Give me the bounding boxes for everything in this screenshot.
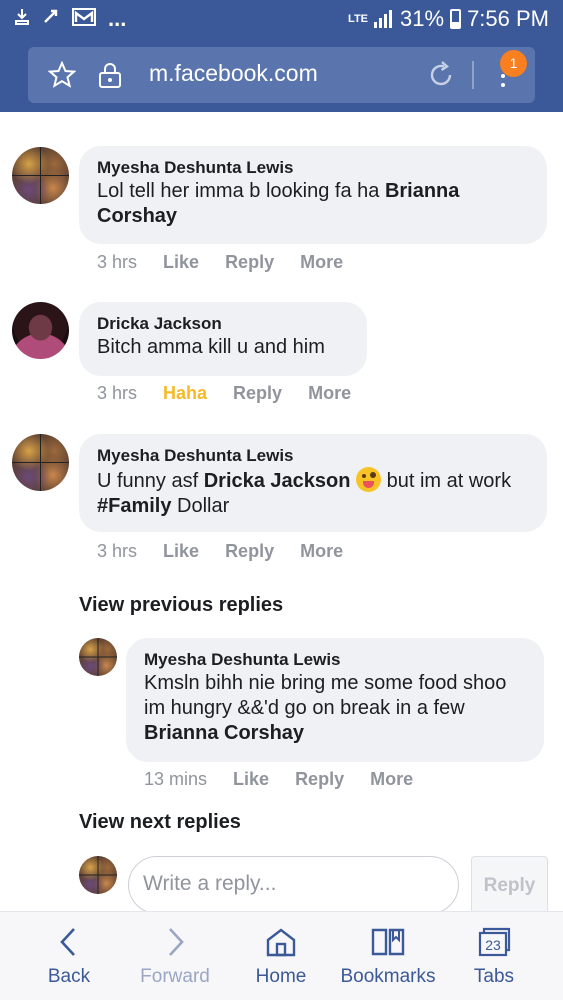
comment-text: Bitch amma kill u and him <box>97 336 325 358</box>
signal-icon <box>374 10 394 28</box>
haha-reaction-button[interactable]: Haha <box>163 383 207 404</box>
nav-home-label: Home <box>255 966 307 987</box>
notification-badge[interactable]: 1 <box>500 50 527 77</box>
reply-button[interactable]: Reply <box>225 252 274 273</box>
mention-link[interactable]: Brianna Corshay <box>144 722 304 744</box>
avatar[interactable] <box>12 434 69 491</box>
reply-field[interactable] <box>128 856 459 914</box>
winking-tongue-emoji-icon <box>356 467 382 492</box>
comment-text: U funny asf Dricka Jackson but im at wor… <box>97 467 529 519</box>
clock: 7:56 PM <box>467 6 549 31</box>
browser-header: ... LTE 31% 7:56 PM m.facebook.com 1 <box>0 0 563 112</box>
comment-actions: 3 hrs Like Reply More <box>97 541 369 562</box>
reply-actions: 13 mins Like Reply More <box>144 769 439 790</box>
bottom-navigation: Back Forward Home Bookmarks 23 Tabs <box>0 911 563 1000</box>
status-bar: ... LTE 31% 7:56 PM <box>0 0 563 38</box>
view-previous-replies-link[interactable]: View previous replies <box>79 594 283 617</box>
nav-tabs[interactable]: 23 Tabs <box>447 912 541 1000</box>
reply-bubble[interactable]: Myesha Deshunta Lewis Kmsln bihh nie bri… <box>126 638 544 762</box>
comment-author[interactable]: Myesha Deshunta Lewis <box>97 157 529 179</box>
tabs-count: 23 <box>485 937 501 953</box>
reply-submit-button[interactable]: Reply <box>471 856 548 914</box>
comment-text: Lol tell her imma b looking fa ha Briann… <box>97 180 460 227</box>
avatar[interactable] <box>12 302 69 359</box>
reply-button[interactable]: Reply <box>225 541 274 562</box>
comment-bubble[interactable]: Myesha Deshunta Lewis U funny asf Dricka… <box>79 434 547 532</box>
nav-home[interactable]: Home <box>234 912 328 1000</box>
battery-percent: 31% <box>400 6 445 31</box>
avatar <box>79 856 117 894</box>
mention-link[interactable]: Dricka Jackson <box>204 470 351 492</box>
comment-time[interactable]: 3 hrs <box>97 541 137 562</box>
urlbar-divider <box>472 61 474 89</box>
tabs-icon: 23 <box>477 926 511 958</box>
reply-button[interactable]: Reply <box>295 769 344 790</box>
more-button[interactable]: More <box>300 541 343 562</box>
forward-arrow-icon <box>157 926 193 958</box>
comment-author[interactable]: Dricka Jackson <box>97 313 349 335</box>
reply-time[interactable]: 13 mins <box>144 769 207 790</box>
nav-forward[interactable]: Forward <box>128 912 222 1000</box>
like-button[interactable]: Like <box>163 252 199 273</box>
comment-time[interactable]: 3 hrs <box>97 383 137 404</box>
view-next-replies-link[interactable]: View next replies <box>79 811 241 834</box>
reply-text: Kmsln bihh nie bring me some food shoo i… <box>144 672 507 744</box>
nav-forward-label: Forward <box>140 966 210 987</box>
more-notifications: ... <box>108 6 127 31</box>
more-button[interactable]: More <box>370 769 413 790</box>
lte-indicator: LTE <box>348 13 369 25</box>
bookmark-star-icon[interactable] <box>47 60 77 89</box>
battery-icon <box>450 9 462 29</box>
home-icon <box>263 926 299 958</box>
reload-icon[interactable] <box>426 60 456 90</box>
reply-button[interactable]: Reply <box>233 383 282 404</box>
nav-back[interactable]: Back <box>22 912 116 1000</box>
nav-bookmarks-label: Bookmarks <box>340 966 436 987</box>
lock-icon[interactable] <box>96 61 124 89</box>
more-button[interactable]: More <box>308 383 351 404</box>
like-button[interactable]: Like <box>163 541 199 562</box>
avatar[interactable] <box>79 638 117 676</box>
bookmarks-book-icon <box>370 926 406 958</box>
bluetooth-icon <box>42 8 60 30</box>
reply-input[interactable] <box>143 872 443 896</box>
comment-author[interactable]: Myesha Deshunta Lewis <box>97 445 529 467</box>
more-button[interactable]: More <box>300 252 343 273</box>
nav-back-label: Back <box>47 966 91 987</box>
comment-actions: 3 hrs Like Reply More <box>97 252 369 273</box>
reply-author[interactable]: Myesha Deshunta Lewis <box>144 649 526 671</box>
like-button[interactable]: Like <box>233 769 269 790</box>
comment-bubble[interactable]: Myesha Deshunta Lewis Lol tell her imma … <box>79 146 547 244</box>
comment-time[interactable]: 3 hrs <box>97 252 137 273</box>
hashtag-link[interactable]: #Family <box>97 495 171 517</box>
comment-actions: 3 hrs Haha Reply More <box>97 383 377 404</box>
url-text[interactable]: m.facebook.com <box>149 60 318 87</box>
nav-tabs-label: Tabs <box>473 966 515 987</box>
comment-bubble[interactable]: Dricka Jackson Bitch amma kill u and him <box>79 302 367 376</box>
avatar[interactable] <box>12 147 69 204</box>
gmail-icon <box>72 8 96 30</box>
back-arrow-icon <box>51 926 87 958</box>
notification-icon <box>14 8 30 30</box>
nav-bookmarks[interactable]: Bookmarks <box>338 912 438 1000</box>
address-bar[interactable]: m.facebook.com 1 <box>28 47 535 103</box>
